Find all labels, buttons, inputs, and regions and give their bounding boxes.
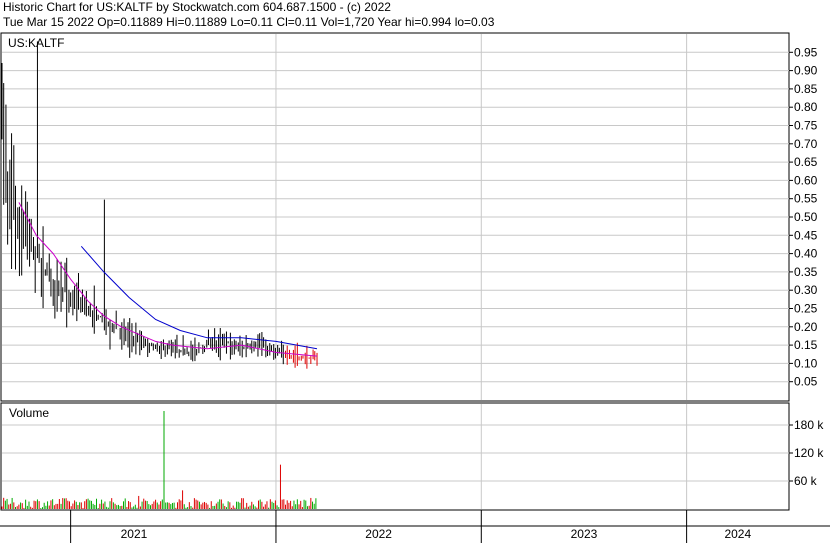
moving-average-fast-line: [18, 202, 318, 357]
y-tick-label: 0.25: [794, 302, 818, 316]
volume-panel-frame: [0, 402, 790, 511]
y-tick-label: 0.55: [794, 192, 818, 206]
volume-label: Volume: [9, 406, 49, 420]
volume-axis: 180 k 120 k 60 k: [789, 418, 824, 488]
y-tick-label: 0.60: [794, 173, 818, 187]
y-tick-label: 0.50: [794, 210, 818, 224]
y-tick-label: 0.35: [794, 265, 818, 279]
y-tick-label: 0.45: [794, 228, 818, 242]
y-tick-label: 0.85: [794, 82, 818, 96]
vol-tick-label: 180 k: [794, 418, 824, 432]
y-tick-label: 0.30: [794, 283, 818, 297]
moving-average-slow-line: [80, 245, 318, 350]
vol-tick-label: 60 k: [794, 474, 818, 488]
y-tick-label: 0.75: [794, 119, 818, 133]
y-tick-label: 0.70: [794, 137, 818, 151]
y-tick-label: 0.20: [794, 320, 818, 334]
y-tick-label: 0.80: [794, 100, 818, 114]
y-tick-label: 0.05: [794, 375, 818, 389]
price-axis: 0.95 0.90 0.85 0.80 0.75 0.70 0.65 0.60 0.55 0.50…: [789, 45, 818, 389]
chart-symbol-label: US:KALTF: [8, 36, 64, 50]
x-tick-label: 2024: [724, 527, 751, 541]
price-bars: [1, 41, 318, 369]
vol-tick-label: 120 k: [794, 446, 824, 460]
y-tick-label: 0.15: [794, 338, 818, 352]
stock-chart: 0.95 0.90 0.85 0.80 0.75 0.70 0.65 0.60 0.55 0.50…: [0, 32, 830, 543]
y-tick-label: 0.65: [794, 155, 818, 169]
volume-bars: [1, 411, 317, 509]
x-tick-label: 2021: [121, 527, 148, 541]
x-tick-label: 2022: [365, 527, 392, 541]
x-tick-label: 2023: [571, 527, 598, 541]
y-tick-label: 0.90: [794, 64, 818, 78]
grid-lines: [2, 34, 789, 509]
y-tick-label: 0.10: [794, 356, 818, 370]
y-tick-label: 0.95: [794, 45, 818, 59]
time-axis: 2021 2022 2023 2024: [0, 510, 830, 543]
y-tick-label: 0.40: [794, 247, 818, 261]
